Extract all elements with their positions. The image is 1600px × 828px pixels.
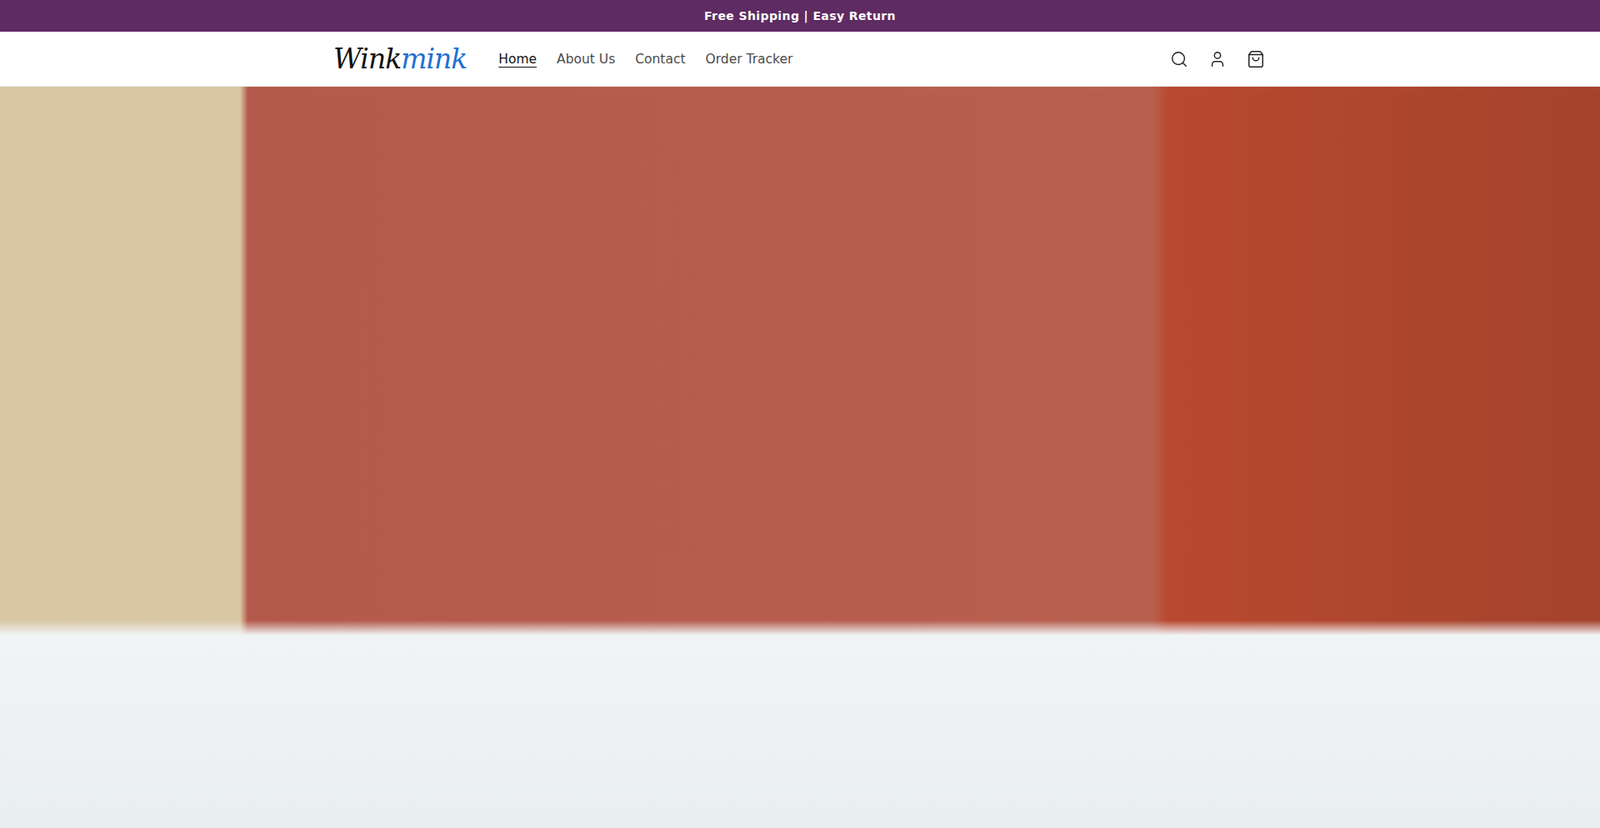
main-nav: Home About Us Contact Order Tracker: [498, 51, 1137, 67]
logo-part: mink: [400, 42, 467, 75]
search-button[interactable]: [1168, 48, 1190, 70]
search-icon: [1170, 50, 1189, 69]
bag-icon: [1246, 50, 1265, 69]
cart-button[interactable]: [1245, 48, 1267, 70]
nav-link[interactable]: Order Tracker: [705, 51, 794, 67]
logo-part: Wink: [333, 42, 401, 75]
header: Winkmink Home About Us Contact Order Tracker: [0, 31, 1600, 87]
user-icon: [1208, 50, 1227, 69]
page: Free Shipping | Easy Return Winkmink Home A…: [0, 0, 1600, 828]
account-button[interactable]: [1206, 48, 1229, 70]
nav-link[interactable]: About Us: [556, 51, 615, 67]
hero-photo: [0, 86, 1600, 828]
nav-link[interactable]: Contact: [635, 51, 685, 67]
header-icons: [1168, 48, 1267, 70]
header-inner: Winkmink Home About Us Contact Order Tracker: [333, 31, 1267, 86]
announcement-bar: Free Shipping | Easy Return: [0, 0, 1600, 32]
logo[interactable]: Winkmink: [333, 42, 467, 75]
nav-link[interactable]: Home: [498, 51, 537, 67]
